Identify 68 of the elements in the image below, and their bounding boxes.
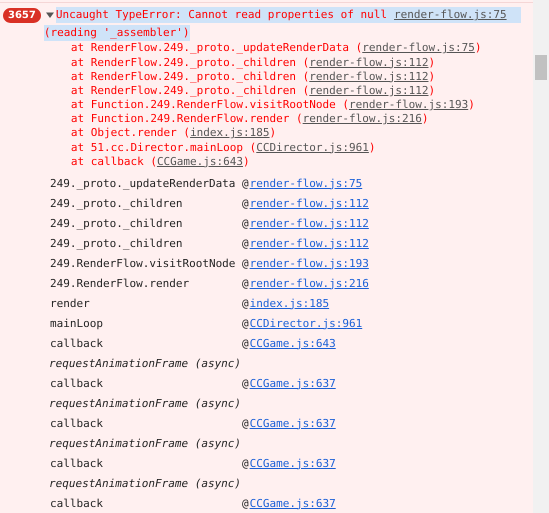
source-link[interactable]: render-flow.js:112 (309, 70, 428, 83)
function-name: render (50, 296, 91, 310)
source-link[interactable]: render-flow.js:193 (250, 256, 369, 270)
at-sign: @ (242, 296, 249, 310)
stack-trace-line: at RenderFlow.249._proto._updateRenderData (render-flow.js:75) (70, 41, 482, 56)
async-label: requestAnimationFrame (async) (49, 356, 242, 370)
source-link[interactable]: CCGame.js:637 (250, 376, 336, 390)
source-link[interactable]: CCGame.js:637 (250, 416, 336, 430)
source-link[interactable]: render-flow.js:112 (250, 196, 369, 210)
source-link[interactable]: CCGame.js:643 (156, 154, 244, 168)
source-link[interactable]: render-flow.js:112 (309, 84, 428, 97)
function-name: callback (50, 336, 104, 350)
at-sign: @ (242, 376, 249, 390)
source-link[interactable]: render-flow.js:112 (250, 236, 369, 250)
source-link[interactable]: CCGame.js:637 (250, 456, 336, 470)
at-sign: @ (242, 196, 249, 210)
stack-trace-line: at RenderFlow.249._proto._children (render-flow.js:112) (70, 84, 436, 98)
stack-trace-line: at RenderFlow.249._proto._children (render-flow.js:112) (70, 56, 436, 70)
source-link[interactable]: render-flow.js:112 (250, 216, 369, 230)
error-message: (reading '_assembler') (44, 24, 190, 41)
async-label: requestAnimationFrame (async) (49, 476, 242, 490)
function-name: 249._proto._updateRenderData (50, 176, 236, 190)
function-name: 249._proto._children (50, 236, 184, 250)
source-link[interactable]: render-flow.js:75 (362, 41, 475, 54)
at-sign: @ (242, 336, 249, 350)
async-label: requestAnimationFrame (async) (49, 396, 242, 410)
error-message: Uncaught TypeError: Cannot read properties of null (56, 7, 387, 24)
at-sign: @ (242, 176, 249, 190)
at-sign: @ (242, 216, 249, 230)
source-link[interactable]: render-flow.js:75 (250, 176, 362, 190)
at-sign: @ (242, 316, 249, 330)
at-sign: @ (242, 456, 249, 470)
source-link[interactable]: render-flow.js:193 (349, 98, 468, 112)
expand-triangle-icon[interactable] (46, 11, 54, 20)
source-link[interactable]: CCDirector.js:961 (250, 316, 362, 330)
at-sign: @ (242, 256, 249, 270)
stack-trace-line: at Function.249.RenderFlow.render (render-flow.js:216) (70, 112, 428, 126)
function-name: callback (50, 376, 104, 390)
stack-trace-line: at 51.cc.Director.mainLoop (CCDirector.js:961) (70, 140, 376, 155)
at-sign: @ (242, 236, 249, 250)
stack-trace-line: at RenderFlow.249._proto._children (render-flow.js:112) (70, 70, 436, 84)
error-count-badge: 3657 (3, 8, 41, 24)
async-label: requestAnimationFrame (async) (49, 436, 242, 450)
at-sign: @ (242, 496, 249, 510)
source-link[interactable]: CCGame.js:643 (250, 336, 336, 350)
stack-trace-line: at callback (CCGame.js:643) (70, 154, 250, 169)
at-sign: @ (242, 416, 249, 430)
source-link[interactable]: index.js:185 (190, 126, 270, 140)
stack-trace-line: at Function.249.RenderFlow.visitRootNode (render-flow.js:193) (70, 98, 475, 112)
source-link[interactable]: render-flow.js:216 (302, 112, 422, 126)
function-name: 249._proto._children (50, 216, 184, 230)
source-link[interactable]: render-flow.js:112 (309, 56, 428, 68)
source-link[interactable]: render-flow.js:75 (394, 7, 507, 24)
function-name: mainLoop (50, 316, 104, 330)
source-link[interactable]: index.js:185 (250, 296, 330, 310)
function-name: 249.RenderFlow.render (50, 276, 190, 290)
function-name: callback (50, 416, 104, 430)
function-name: callback (50, 496, 104, 510)
scrollbar-thumb[interactable] (535, 55, 547, 80)
function-name: callback (50, 456, 104, 470)
stack-trace-line: at Object.render (index.js:185) (70, 126, 276, 141)
scrollbar[interactable] (533, 0, 549, 513)
function-name: 249.RenderFlow.visitRootNode (50, 256, 236, 270)
source-link[interactable]: CCDirector.js:961 (256, 140, 369, 154)
function-name: 249._proto._children (50, 196, 184, 210)
source-link[interactable]: render-flow.js:216 (250, 276, 369, 290)
at-sign: @ (242, 276, 249, 290)
source-link[interactable]: CCGame.js:637 (250, 496, 336, 510)
